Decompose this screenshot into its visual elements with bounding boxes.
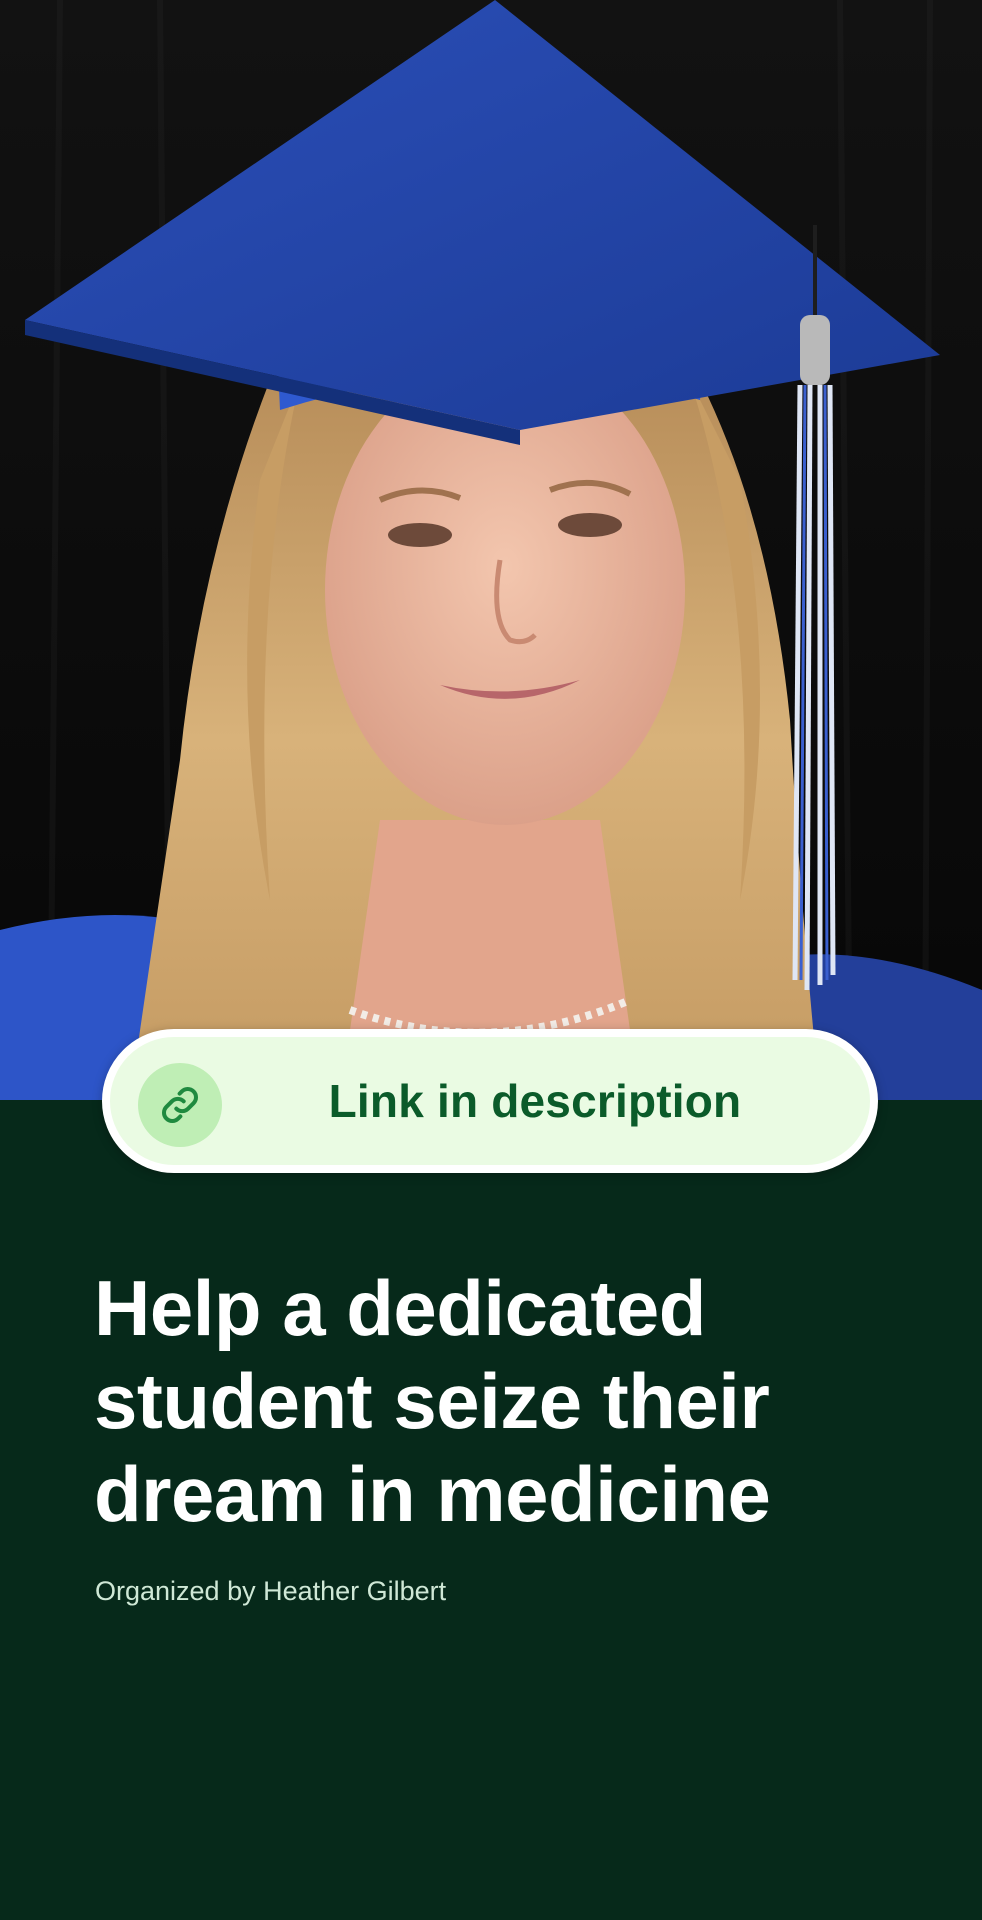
link-in-description-button[interactable]: Link in description (102, 1029, 878, 1173)
link-icon (138, 1063, 222, 1147)
campaign-title-line-1: Help a dedicated (94, 1264, 706, 1352)
campaign-title-line-3: dream in medicine (94, 1450, 771, 1538)
link-button-label: Link in description (328, 1075, 742, 1127)
hero-photo (0, 0, 982, 1100)
campaign-title-line-2: student seize their (94, 1357, 770, 1445)
campaign-title: Help a dedicated student seize their dre… (94, 1262, 914, 1541)
graduate-portrait-image (0, 0, 982, 1100)
organizer-text: Organized by Heather Gilbert (95, 1576, 447, 1606)
